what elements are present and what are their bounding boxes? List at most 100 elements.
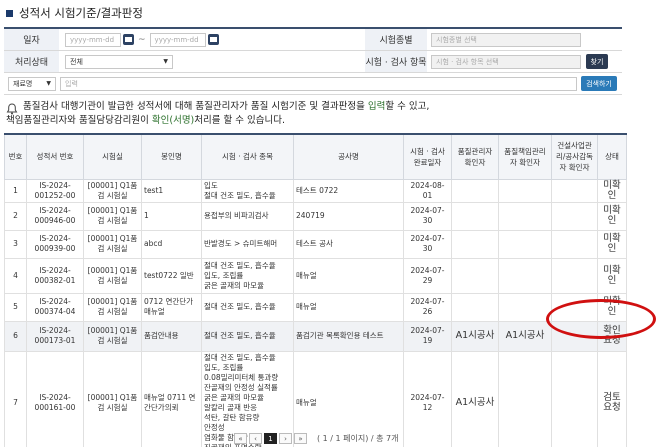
row-number: 1 <box>4 178 27 203</box>
table-row[interactable]: 4 IS-2024-000382-01 [00001] Q1품검 시험실 test07… <box>4 257 627 294</box>
completion-date: 2024-07-30 <box>403 201 452 231</box>
last-page-button[interactable]: » <box>294 433 307 444</box>
page-title: 성적서 시험기준/결과판정 <box>6 4 143 22</box>
notice-line-1: 품질검사 대행기관이 발급한 성적서에 대해 품질관리자가 품질 시험기준 및 … <box>6 100 646 114</box>
table-row[interactable]: 2 IS-2024-000946-00 [00001] Q1품검 시험실 1 용접부의 … <box>4 201 627 231</box>
qm-confirmer <box>451 229 499 259</box>
chevron-down-icon: ▼ <box>163 58 168 65</box>
highlight-annotation-oval <box>546 299 656 339</box>
lab-name: [00001] Q1품검 시험실 <box>83 178 142 203</box>
column-header: 품질관리자 확인자 <box>451 133 499 180</box>
bell-icon <box>6 103 18 115</box>
notice-line-2: 책임품질관리자와 품질담당감리원이 확인(서명)처리를 할 수 있습니다. <box>6 114 646 128</box>
notice-text: 품질검사 대행기관이 발급한 성적서에 대해 품질관리자가 품질 시험기준 및 … <box>23 101 368 112</box>
table-row[interactable]: 3 IS-2024-000939-00 [00001] Q1품검 시험실 abcd 반발… <box>4 229 627 259</box>
notice: 품질검사 대행기관이 발급한 성적서에 대해 품질관리자가 품질 시험기준 및 … <box>6 100 646 128</box>
title-square-icon <box>6 9 13 17</box>
status-cell: 미확인 <box>597 201 627 231</box>
next-page-button[interactable]: › <box>279 433 292 444</box>
report-number: IS-2024-001252-00 <box>26 178 84 203</box>
test-items-label: 시험 · 검사 항목 <box>365 51 427 72</box>
search-panel: 일자 yyyy-mm-dd ~ yyyy-mm-dd 시험종별 시험종별 선택 … <box>4 27 622 95</box>
test-items-input[interactable]: 시험 · 검사 항목 선택 <box>431 54 581 69</box>
qrm-confirmer <box>498 350 552 447</box>
report-number: IS-2024-000161-00 <box>26 350 84 447</box>
seal-name: abcd <box>141 229 202 259</box>
qm-confirmer <box>451 178 499 203</box>
status-cell: 미확인 <box>597 257 627 294</box>
test-items: 반발경도 > 슈미트해머 <box>201 229 294 259</box>
completion-date: 2024-07-12 <box>403 350 452 447</box>
qrm-confirmer <box>498 292 552 322</box>
pagination-info: ( 1 / 1 페이지) / 총 7개 <box>317 434 399 443</box>
status-cell: 미확인 <box>597 178 627 203</box>
date-from-input[interactable]: yyyy-mm-dd <box>65 32 121 47</box>
completion-date: 2024-07-29 <box>403 257 452 294</box>
project-name: 테스트 공사 <box>293 229 404 259</box>
seal-name: 품검안내용 <box>141 320 202 352</box>
material-select[interactable]: 재료명 ▼ <box>8 76 56 91</box>
prev-page-button[interactable]: ‹ <box>249 433 262 444</box>
date-label: 일자 <box>4 29 59 50</box>
table-row[interactable]: 5 IS-2024-000374-04 [00001] Q1품검 시험실 0712 연… <box>4 292 627 322</box>
chevron-down-icon: ▼ <box>46 80 51 87</box>
page-1-button[interactable]: 1 <box>264 433 277 444</box>
report-number: IS-2024-000382-01 <box>26 257 84 294</box>
completion-date: 2024-07-26 <box>403 292 452 322</box>
search-button[interactable]: 검색하기 <box>581 76 617 91</box>
calendar-icon[interactable] <box>207 34 219 45</box>
row-number: 3 <box>4 229 27 259</box>
column-header: 성적서 번호 <box>26 133 84 180</box>
qrm-confirmer: A1시공사 <box>498 320 552 352</box>
cm-confirmer <box>551 229 598 259</box>
completion-date: 2024-07-30 <box>403 229 452 259</box>
lab-name: [00001] Q1품검 시험실 <box>83 257 142 294</box>
date-separator: ~ <box>138 34 146 45</box>
column-header: 건설사업관리/공사감독자 확인자 <box>551 133 598 180</box>
seal-name: 매뉴얼 0711 연간단가의뢰 <box>141 350 202 447</box>
date-to-input[interactable]: yyyy-mm-dd <box>149 32 206 47</box>
status-select[interactable]: 전체 ▼ <box>65 54 173 69</box>
row-number: 2 <box>4 201 27 231</box>
test-items: 용접부의 비파괴검사 <box>201 201 294 231</box>
test-type-input[interactable]: 시험종별 선택 <box>431 32 581 47</box>
test-items: 절대 건조 밀도, 흡수율 <box>201 292 294 322</box>
column-header: 시험 · 검사 완료일자 <box>403 133 452 180</box>
column-header: 품질책임관리자 확인자 <box>498 133 552 180</box>
project-name: 품검기관 목록확인용 테스트 <box>293 320 404 352</box>
test-type-label: 시험종별 <box>365 29 427 50</box>
report-table: 번호 성적서 번호 시험실 봉인명 시험 · 검사 종목 공사명 시험 · 검사 완료일자 품… <box>4 133 627 447</box>
test-items: 입도 절대 건조 밀도, 흡수율 <box>201 178 294 203</box>
completion-date: 2024-08-01 <box>403 178 452 203</box>
project-name: 테스트 0722 <box>293 178 404 203</box>
row-number: 4 <box>4 257 27 294</box>
column-header: 봉인명 <box>141 133 202 180</box>
notice-text: 할 수 있고, <box>385 101 430 112</box>
notice-highlight: 확인(서명) <box>151 115 195 126</box>
qrm-confirmer <box>498 229 552 259</box>
lab-name: [00001] Q1품검 시험실 <box>83 292 142 322</box>
table-row[interactable]: 1 IS-2024-001252-00 [00001] Q1품검 시험실 test1 입… <box>4 178 627 203</box>
status-cell: 미확인 <box>597 229 627 259</box>
seal-name: 1 <box>141 201 202 231</box>
notice-text: 책임품질관리자와 품질담당감리원이 <box>6 115 152 126</box>
keyword-input[interactable]: 입력 <box>60 76 577 91</box>
cm-confirmer <box>551 178 598 203</box>
report-number: IS-2024-000939-00 <box>26 229 84 259</box>
find-button[interactable]: 찾기 <box>586 54 608 69</box>
row-number: 7 <box>4 350 27 447</box>
qm-confirmer: A1시공사 <box>451 320 499 352</box>
column-header: 시험실 <box>83 133 142 180</box>
calendar-icon[interactable] <box>123 34 134 45</box>
table-row[interactable]: 6 IS-2024-000173-01 [00001] Q1품검 시험실 품검안내용 절… <box>4 320 627 352</box>
project-name: 240719 <box>293 201 404 231</box>
table-header-row: 번호 성적서 번호 시험실 봉인명 시험 · 검사 종목 공사명 시험 · 검사 완료일자 품… <box>4 133 627 180</box>
column-header: 공사명 <box>293 133 404 180</box>
status-cell: 검토요청 <box>597 350 627 447</box>
row-number: 5 <box>4 292 27 322</box>
project-name: 매뉴얼 <box>293 257 404 294</box>
column-header: 번호 <box>4 133 27 180</box>
first-page-button[interactable]: « <box>234 433 247 444</box>
qm-confirmer: A1시공사 <box>451 350 499 447</box>
page-title-text: 성적서 시험기준/결과판정 <box>19 6 143 20</box>
